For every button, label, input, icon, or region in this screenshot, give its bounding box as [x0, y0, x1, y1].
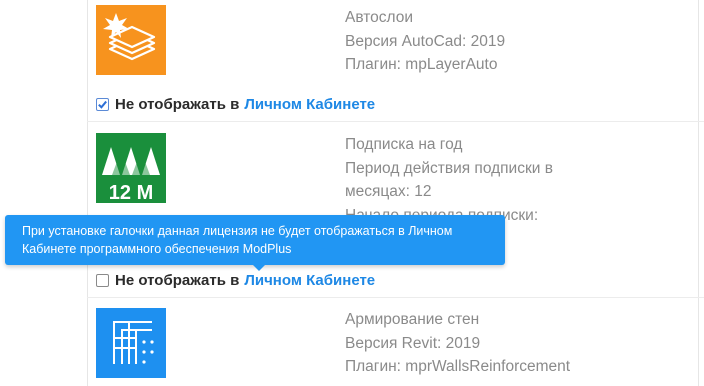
layers-icon — [96, 5, 166, 75]
right-border — [698, 0, 699, 386]
divider — [87, 121, 704, 122]
item-plugin: Плагин: mprWallsReinforcement — [345, 358, 571, 375]
divider — [87, 297, 704, 298]
hide-checkbox[interactable] — [96, 97, 109, 111]
tooltip: При установке галочки данная лицензия не… — [5, 215, 505, 265]
item-title: Подписка на год — [345, 136, 463, 153]
hide-label: Не отображать в — [115, 95, 240, 113]
left-border — [87, 0, 88, 386]
hide-checkbox[interactable] — [96, 273, 109, 287]
item-title: Автослои — [345, 9, 414, 26]
tooltip-text: При установке галочки данная лицензия не… — [22, 224, 453, 256]
wall-reinforcement-icon — [96, 308, 166, 378]
item-info: Автослои Версия AutoCad: 2019 Плагин: mp… — [345, 6, 585, 77]
item-version: Версия Revit: 2019 — [345, 334, 481, 352]
checkmark-icon — [98, 100, 107, 109]
hide-in-cabinet-row: Не отображать в Личном Кабинете — [96, 94, 375, 114]
item-title: Армирование стен — [345, 311, 480, 328]
item-plugin: Плагин: mpLayerAuto — [345, 56, 498, 73]
personal-cabinet-link[interactable]: Личном Кабинете — [244, 272, 375, 289]
hide-label: Не отображать в — [115, 271, 240, 289]
item-info: Армирование стен Версия Revit: 2019 Плаг… — [345, 308, 585, 379]
modplus-12m-icon: 12 M — [96, 133, 166, 203]
item-version: Версия AutoCad: 2019 — [345, 32, 506, 50]
item-period: Период действия подписки в месяцах: 12 — [345, 159, 553, 201]
personal-cabinet-link[interactable]: Личном Кабинете — [244, 96, 375, 113]
icon-text: 12 M — [109, 182, 153, 203]
hide-in-cabinet-row: Не отображать в Личном Кабинете — [96, 270, 375, 290]
item-info: Подписка на год Период действия подписки… — [345, 133, 585, 227]
